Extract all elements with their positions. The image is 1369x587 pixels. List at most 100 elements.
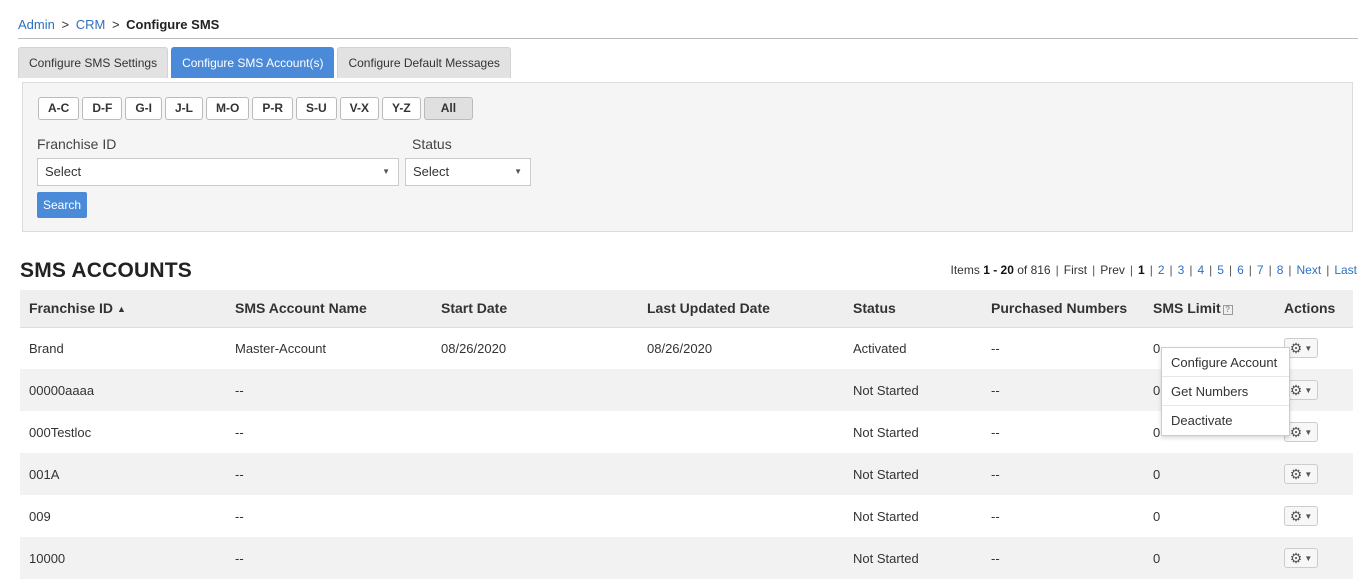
cell-status: Not Started	[853, 424, 919, 440]
chevron-down-icon: ▼	[382, 167, 390, 176]
cell-last-updated: 08/26/2020	[647, 340, 713, 356]
letter-filter-v-x[interactable]: V-X	[339, 97, 380, 120]
menu-item-configure-account[interactable]: Configure Account	[1162, 348, 1289, 377]
cell-franchise-id: Brand	[29, 340, 64, 356]
cell-sms-limit: 0	[1153, 508, 1161, 524]
pager-next-link[interactable]: Next	[1297, 263, 1322, 277]
letter-filter-g-i[interactable]: G-I	[125, 97, 162, 120]
column-header-purchased-numbers[interactable]: Purchased Numbers	[982, 290, 1144, 328]
column-header-account-name[interactable]: SMS Account Name	[226, 290, 432, 328]
cell-status: Not Started	[853, 508, 919, 524]
breadcrumb-separator: >	[61, 17, 70, 32]
cell-actions: ⚙ ▼	[1275, 495, 1353, 537]
pager-range: 1 - 20	[983, 263, 1014, 277]
tab-configure-default-messages[interactable]: Configure Default Messages	[337, 47, 511, 78]
actions-dropdown-menu: Configure Account Get Numbers Deactivate	[1161, 347, 1290, 436]
cell-account-name: --	[226, 453, 432, 495]
franchise-id-select[interactable]: Select ▼	[37, 158, 399, 186]
gear-icon: ⚙	[1289, 423, 1303, 440]
letter-filter-a-c[interactable]: A-C	[38, 97, 80, 120]
pager-last-link[interactable]: Last	[1334, 263, 1357, 277]
cell-account-name: --	[235, 424, 244, 440]
cell-franchise-id: 009	[29, 508, 51, 524]
divider	[18, 38, 1358, 39]
cell-franchise-id: 00000aaaa	[20, 369, 226, 411]
breadcrumb-admin-link[interactable]: Admin	[18, 17, 55, 32]
letter-filter-d-f[interactable]: D-F	[82, 97, 123, 120]
status-label: Status	[412, 136, 452, 152]
cell-sms-limit: 0	[1144, 453, 1275, 495]
caret-down-icon: ▼	[1304, 427, 1313, 437]
franchise-id-label: Franchise ID	[37, 136, 117, 152]
cell-status: Not Started	[844, 369, 982, 411]
cell-actions: ⚙ ▼	[1275, 453, 1353, 495]
franchise-id-select-value: Select	[45, 164, 82, 179]
column-header-sms-limit[interactable]: SMS Limit?	[1144, 290, 1275, 328]
letter-filter-all[interactable]: All	[423, 97, 474, 120]
cell-purchased-numbers: --	[991, 424, 1000, 440]
column-header-actions: Actions	[1275, 290, 1353, 328]
pager-page-6[interactable]: 6	[1237, 263, 1244, 277]
actions-menu-button[interactable]: ⚙ ▼	[1284, 548, 1318, 568]
menu-item-get-numbers[interactable]: Get Numbers	[1162, 377, 1289, 406]
search-button[interactable]: Search	[37, 192, 88, 218]
breadcrumb: Admin > CRM > Configure SMS	[18, 17, 219, 32]
tab-configure-sms-settings[interactable]: Configure SMS Settings	[18, 47, 169, 78]
cell-account-name: Master-Account	[235, 340, 327, 356]
caret-down-icon: ▼	[1304, 553, 1313, 563]
breadcrumb-crm-link[interactable]: CRM	[76, 17, 106, 32]
pager-page-8[interactable]: 8	[1277, 263, 1284, 277]
pager-page-2[interactable]: 2	[1158, 263, 1165, 277]
status-select[interactable]: Select ▼	[405, 158, 531, 186]
table-header-row: Franchise ID ▲ SMS Account Name Start Dat…	[20, 290, 1353, 328]
gear-icon: ⚙	[1289, 507, 1303, 524]
menu-item-deactivate[interactable]: Deactivate	[1162, 406, 1289, 435]
caret-down-icon: ▼	[1304, 469, 1313, 479]
cell-purchased-numbers: --	[991, 508, 1000, 524]
table-row: 00000aaaa -- Not Started -- 0 ⚙ ▼	[20, 369, 1353, 411]
cell-status: Activated	[853, 340, 907, 356]
letter-filter-y-z[interactable]: Y-Z	[382, 97, 421, 120]
pager-page-5[interactable]: 5	[1217, 263, 1224, 277]
gear-icon: ⚙	[1289, 549, 1303, 566]
cell-purchased-numbers: --	[982, 369, 1144, 411]
column-header-status[interactable]: Status	[844, 290, 982, 328]
letter-filter-s-u[interactable]: S-U	[296, 97, 337, 120]
table-row: 10000 -- Not Started -- 0 ⚙ ▼	[20, 537, 1353, 579]
cell-start-date	[432, 537, 638, 579]
cell-actions: ⚙ ▼	[1275, 537, 1353, 579]
pager-page-4[interactable]: 4	[1197, 263, 1204, 277]
cell-last-updated	[638, 537, 844, 579]
pager-prev: Prev	[1100, 263, 1125, 277]
pager-items-label: Items	[950, 263, 980, 277]
help-icon[interactable]: ?	[1222, 305, 1233, 316]
table-row: 000Testloc -- Not Started -- 0 ⚙ ▼	[20, 411, 1353, 453]
cell-franchise-id: 000Testloc	[29, 424, 92, 440]
cell-last-updated	[638, 369, 844, 411]
letter-filter-p-r[interactable]: P-R	[252, 97, 293, 120]
column-header-label: Franchise ID	[29, 300, 114, 317]
table-row: 009 -- Not Started -- 0 ⚙ ▼	[20, 495, 1353, 537]
cell-last-updated	[638, 453, 844, 495]
letter-filter-j-l[interactable]: J-L	[165, 97, 203, 120]
actions-menu-button[interactable]: ⚙ ▼	[1284, 464, 1318, 484]
letter-filter-m-o[interactable]: M-O	[206, 97, 250, 120]
gear-icon: ⚙	[1289, 339, 1303, 356]
cell-start-date	[432, 453, 638, 495]
column-header-franchise-id[interactable]: Franchise ID ▲	[20, 290, 226, 328]
gear-icon: ⚙	[1289, 381, 1303, 398]
pager-first: First	[1063, 263, 1088, 277]
cell-start-date	[432, 369, 638, 411]
actions-menu-button[interactable]: ⚙ ▼	[1284, 506, 1318, 526]
table-row: Brand Master-Account 08/26/2020 08/26/20…	[20, 327, 1353, 369]
cell-franchise-id: 10000	[20, 537, 226, 579]
cell-start-date: 08/26/2020	[441, 340, 507, 356]
caret-down-icon: ▼	[1304, 511, 1313, 521]
pager-total: of 816	[1017, 263, 1051, 277]
column-header-start-date[interactable]: Start Date	[432, 290, 638, 328]
tab-configure-sms-accounts[interactable]: Configure SMS Account(s)	[171, 47, 335, 78]
pager-page-7[interactable]: 7	[1257, 263, 1264, 277]
cell-start-date	[432, 411, 638, 453]
pager-page-3[interactable]: 3	[1178, 263, 1185, 277]
column-header-last-updated[interactable]: Last Updated Date	[638, 290, 844, 328]
